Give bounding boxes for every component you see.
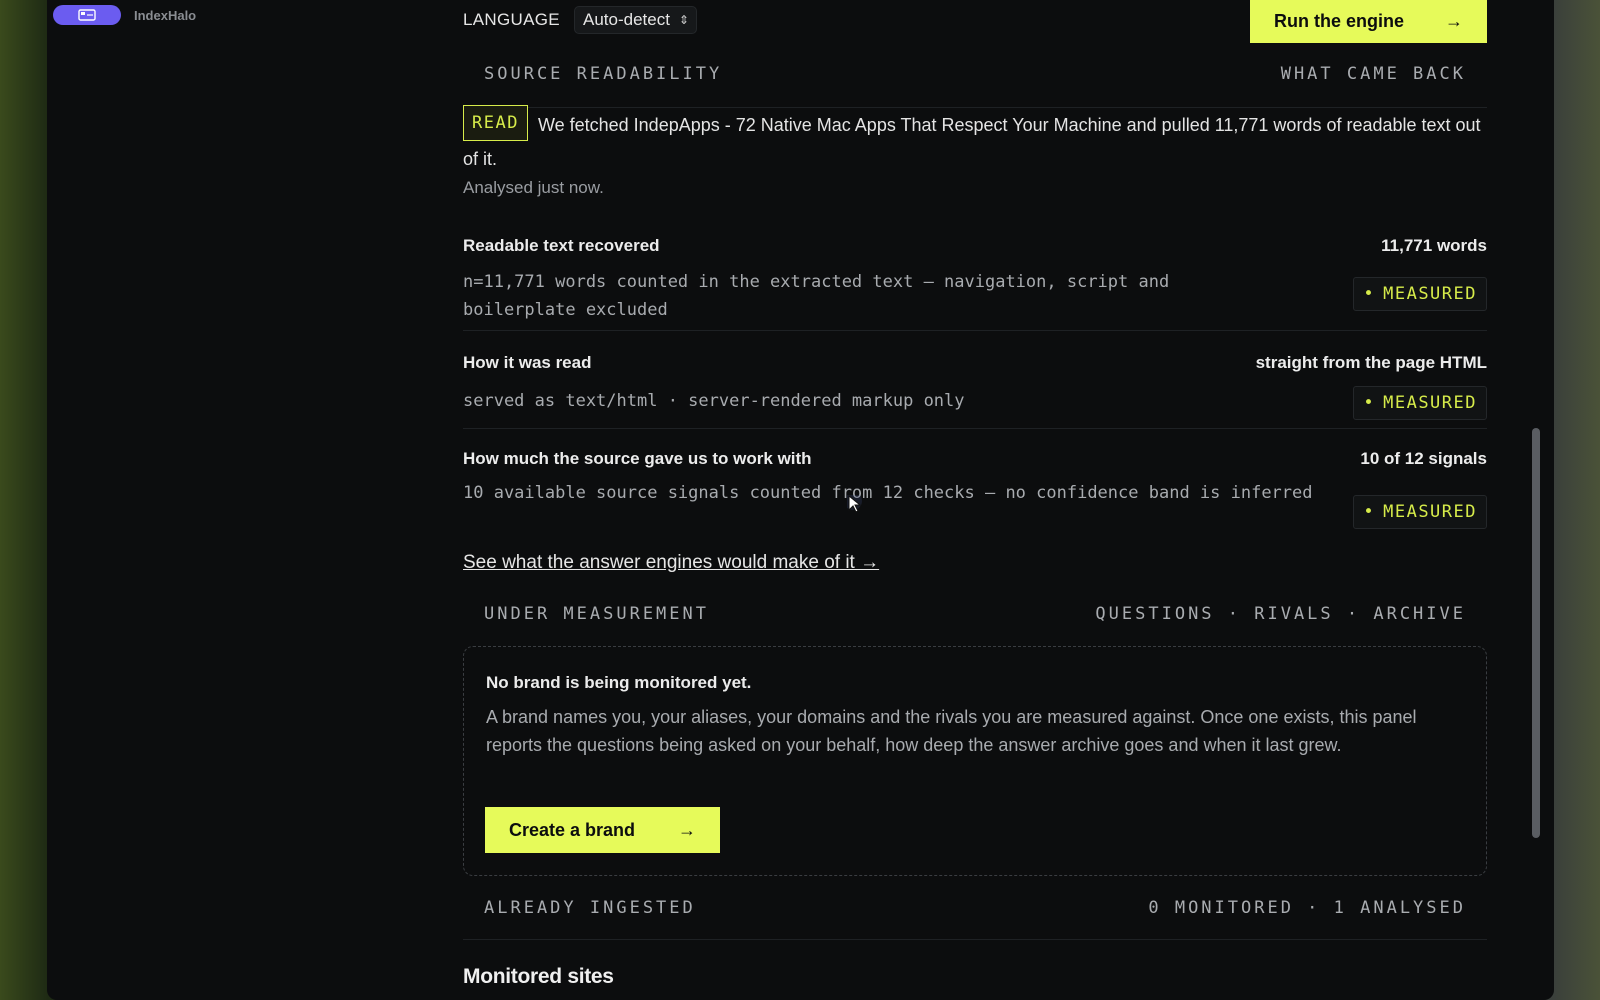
create-brand-label: Create a brand [509,819,636,840]
run-engine-button[interactable]: Run the engine → [1250,0,1487,43]
arrow-right-icon: → [1445,11,1463,31]
panel-title: No brand is being monitored yet. [486,673,752,692]
metric-title: Readable text recovered [463,236,660,255]
language-label: LANGUAGE [463,10,560,29]
metric-row: How much the source gave us to work with… [463,429,1487,539]
measured-badge: • MEASURED [1353,277,1487,311]
read-badge: READ [463,105,528,141]
readability-summary: READ We fetched IndepApps - 72 Native Mac… [463,105,1487,202]
sidebar-toggle-button[interactable] [53,5,121,25]
language-select[interactable]: Auto-detect ⇕ [574,6,697,34]
mouse-cursor-icon [847,495,862,513]
arrow-right-icon: → [678,819,696,840]
language-value: Auto-detect [583,10,670,29]
metric-title: How it was read [463,353,592,372]
no-brand-panel: No brand is being monitored yet. A brand… [463,646,1487,876]
scrollbar-thumb[interactable] [1532,428,1540,838]
run-engine-label: Run the engine [1274,11,1404,31]
section-heading-left: UNDER MEASUREMENT [484,604,709,624]
metric-description: 10 available source signals counted from… [463,483,1313,503]
see-answer-engines-link[interactable]: See what the answer engines would make o… [463,552,879,574]
app-name: IndexHalo [134,8,197,23]
metric-value: straight from the page HTML [1255,353,1487,372]
metric-title: How much the source gave us to work with [463,449,812,468]
analysed-timestamp: Analysed just now. [463,178,604,197]
measured-badge: • MEASURED [1353,495,1487,529]
section-heading-right: QUESTIONS · RIVALS · ARCHIVE [1095,604,1466,624]
main-content: LANGUAGE Auto-detect ⇕ Run the engine → … [463,0,1487,988]
chevron-updown-icon: ⇕ [678,13,689,27]
ingested-section-header: ALREADY INGESTED 0 MONITORED · 1 ANALYSE… [463,878,1487,940]
section-heading-right: WHAT CAME BACK [1280,64,1466,84]
metric-description: n=11,771 words counted in the extracted … [463,272,1170,320]
metric-row: How it was read straight from the page H… [463,331,1487,429]
readability-summary-text: We fetched IndepApps - 72 Native Mac App… [463,114,1481,169]
metric-value: 11,771 words [1381,236,1487,255]
section-heading-left: SOURCE READABILITY [484,64,723,84]
sidebar-icon [78,9,96,21]
readability-section-header: SOURCE READABILITY WHAT CAME BACK [463,42,1487,108]
app-window: IndexHalo LANGUAGE Auto-detect ⇕ Run the… [47,0,1554,1000]
create-brand-button[interactable]: Create a brand → [485,807,720,853]
panel-text: A brand names you, your aliases, your do… [486,707,1417,755]
metric-row: Readable text recovered 11,771 words n=1… [463,214,1487,331]
scrollbar[interactable] [1530,0,1542,1000]
monitored-sites-title: Monitored sites [463,965,614,988]
metric-description: served as text/html · server-rendered ma… [463,391,965,411]
measurement-section-header: UNDER MEASUREMENT QUESTIONS · RIVALS · A… [463,582,1487,642]
metric-value: 10 of 12 signals [1360,449,1487,468]
measured-badge: • MEASURED [1353,386,1487,420]
section-heading-right: 0 MONITORED · 1 ANALYSED [1148,898,1466,918]
topbar: LANGUAGE Auto-detect ⇕ Run the engine → [463,0,1487,43]
section-heading-left: ALREADY INGESTED [484,898,696,918]
